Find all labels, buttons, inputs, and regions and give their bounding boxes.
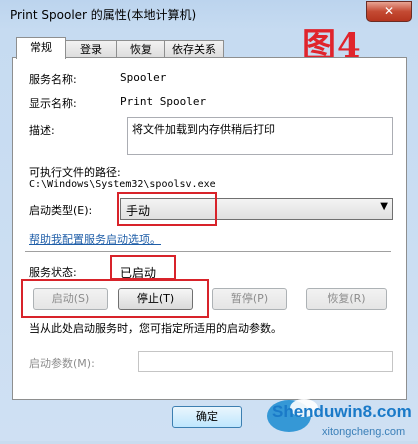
watermark: Shenduwin8.com xitongcheng.com <box>244 394 418 441</box>
display-name-value: Print Spooler <box>120 95 207 108</box>
highlight-status <box>110 255 176 280</box>
resume-button[interactable]: 恢复(R) <box>306 288 387 310</box>
window-title: Print Spooler 的属性(本地计算机) <box>10 8 197 22</box>
chevron-down-icon: ▼ <box>380 201 388 212</box>
exe-path-label: 可执行文件的路径: <box>29 166 121 179</box>
description-box: 将文件加载到内存供稍后打印 <box>127 117 393 155</box>
general-panel: 服务名称: Spooler 显示名称: Print Spooler 描述: 将文… <box>12 57 407 400</box>
watermark-text: Shenduwin8.com <box>272 402 412 421</box>
description-label: 描述: <box>29 124 55 137</box>
service-status-label: 服务状态: <box>29 266 77 279</box>
highlight-buttons <box>21 279 209 318</box>
service-name-value: Spooler <box>120 71 167 84</box>
close-button[interactable]: ✕ <box>366 1 412 22</box>
close-icon: ✕ <box>383 4 395 18</box>
tab-logon[interactable]: 登录 <box>64 40 118 58</box>
start-params-label: 启动参数(M): <box>29 357 95 370</box>
pause-button[interactable]: 暂停(P) <box>212 288 287 310</box>
hint-text: 当从此处启动服务时，您可指定所适用的启动参数。 <box>29 322 282 335</box>
start-params-input[interactable] <box>138 351 393 372</box>
tab-recovery[interactable]: 恢复 <box>116 40 166 58</box>
display-name-label: 显示名称: <box>29 97 77 110</box>
watermark-subtext: xitongcheng.com <box>322 426 406 438</box>
service-name-label: 服务名称: <box>29 73 77 86</box>
tab-dependencies[interactable]: 依存关系 <box>164 40 224 58</box>
properties-window: Print Spooler 的属性(本地计算机) ✕ 图4 常规 登录 恢复 依… <box>0 0 418 441</box>
description-text: 将文件加载到内存供稍后打印 <box>132 123 275 136</box>
separator <box>25 251 391 253</box>
help-configure-link[interactable]: 帮助我配置服务启动选项。 <box>29 231 161 247</box>
highlight-startup-type <box>117 192 217 226</box>
ok-button[interactable]: 确定 <box>172 406 242 428</box>
tab-general[interactable]: 常规 <box>16 37 66 59</box>
exe-path-value: C:\Windows\System32\spoolsv.exe <box>29 179 216 190</box>
startup-type-label: 启动类型(E): <box>29 204 93 217</box>
